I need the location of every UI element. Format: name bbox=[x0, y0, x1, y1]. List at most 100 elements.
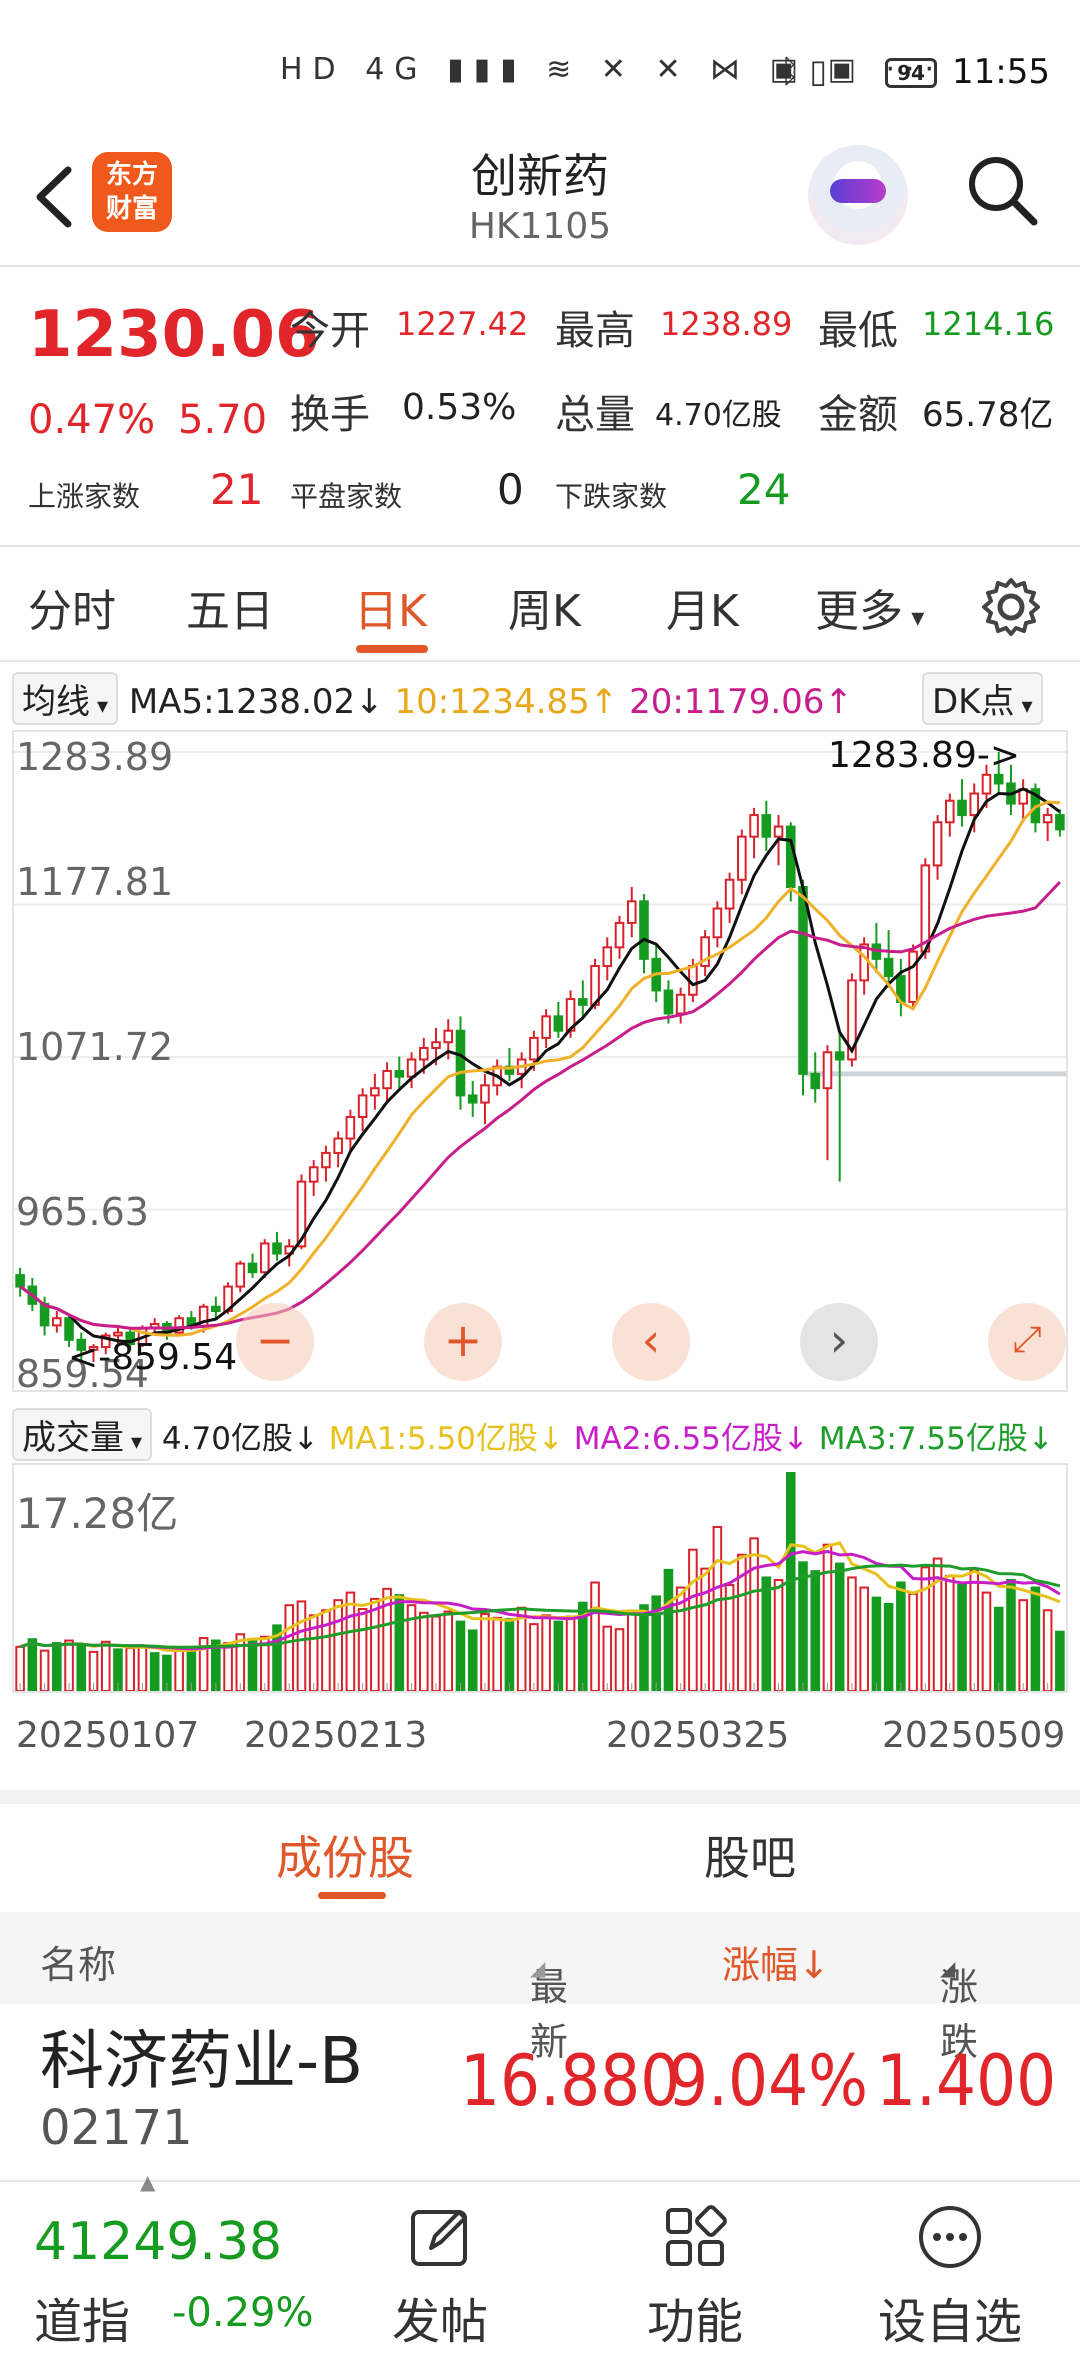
volume-bar-down bbox=[798, 1561, 808, 1691]
more-dots-icon bbox=[919, 2206, 981, 2268]
candle-up bbox=[1042, 814, 1053, 824]
volume-bar-down bbox=[639, 1604, 649, 1691]
stock-code: 02171 bbox=[40, 2100, 193, 2156]
ma-selector[interactable]: 均线 ▾ bbox=[12, 672, 119, 725]
candle-down bbox=[247, 1262, 258, 1274]
bluetooth-icon: ᛒ ▯ bbox=[780, 52, 827, 90]
clock: 11:55 bbox=[952, 52, 1050, 92]
volume-bar-up bbox=[223, 1642, 233, 1691]
candle-up bbox=[920, 864, 931, 953]
volume-selector[interactable]: 成交量 ▾ bbox=[12, 1408, 153, 1461]
flat-count: 0 bbox=[497, 465, 524, 514]
price-axis-label: 1071.72 bbox=[16, 1025, 174, 1069]
volume-bar-up bbox=[590, 1581, 600, 1691]
candle-down bbox=[211, 1305, 221, 1313]
volume-bar-down bbox=[27, 1638, 38, 1691]
candle-up bbox=[675, 993, 686, 1015]
candle-up bbox=[333, 1137, 343, 1154]
candle-down bbox=[639, 900, 649, 960]
volume-bar-up bbox=[296, 1600, 307, 1691]
candle-up bbox=[541, 1015, 551, 1039]
volume-bar-down bbox=[810, 1570, 821, 1691]
expand-icon[interactable]: ⤢ bbox=[988, 1303, 1066, 1381]
robot-avatar-icon[interactable] bbox=[808, 145, 908, 245]
volume-bar-up bbox=[773, 1578, 784, 1691]
volume-bar-up bbox=[541, 1614, 551, 1691]
candle-up bbox=[345, 1115, 356, 1140]
candle-down bbox=[467, 1094, 478, 1104]
change-amount: 5.70 bbox=[178, 397, 268, 443]
max-price-annotation: 1283.89-> bbox=[828, 735, 1021, 776]
volume-bar-up bbox=[614, 1628, 625, 1691]
volume-bar-up bbox=[100, 1640, 111, 1691]
search-icon[interactable] bbox=[962, 150, 1042, 230]
candle-up bbox=[529, 1036, 539, 1061]
volume-bar-up bbox=[822, 1543, 833, 1691]
open-label: 今开 bbox=[290, 308, 370, 354]
tab-intraday[interactable]: 分时 bbox=[28, 575, 116, 639]
dk-button-label: DK点 bbox=[932, 682, 1015, 722]
col-change-pct[interactable]: 涨幅↓ bbox=[722, 1934, 830, 1989]
ma10-value: 10:1234.85↑ bbox=[394, 682, 619, 722]
price-axis-label: 1177.81 bbox=[16, 860, 174, 904]
zoom-in-button[interactable]: + bbox=[424, 1303, 502, 1381]
turnover-value: 0.53% bbox=[402, 387, 517, 428]
nav-post[interactable]: 发帖 bbox=[355, 2202, 525, 2352]
tab-monthly-k[interactable]: 月K bbox=[666, 575, 739, 639]
volume-bar-up bbox=[847, 1576, 857, 1691]
tab-more[interactable]: 更多 ▾ bbox=[815, 575, 924, 639]
volume-bar-down bbox=[504, 1618, 515, 1691]
dk-button[interactable]: DK点 ▾ bbox=[922, 672, 1043, 725]
index-code: HK1105 bbox=[468, 206, 612, 247]
page-title: 创新药 bbox=[471, 149, 609, 203]
caret-down-icon: ▾ bbox=[124, 1430, 143, 1455]
volume-bar-down bbox=[883, 1602, 894, 1691]
volume-bar-up bbox=[333, 1599, 343, 1691]
tab-weekly-k[interactable]: 周K bbox=[508, 575, 581, 639]
status-icons: HD 4G ▮▮▮ ≋ ✕ ✕ ⋈ ▣ ▣ ··· bbox=[280, 52, 945, 87]
low-value: 1214.16 bbox=[922, 305, 1055, 343]
candle-up bbox=[235, 1262, 246, 1288]
battery-icon: 94 bbox=[885, 58, 937, 88]
candle-up bbox=[602, 946, 613, 968]
scroll-right-button[interactable]: › bbox=[800, 1303, 878, 1381]
volume-axis-max: 17.28亿 bbox=[16, 1489, 179, 1538]
vol-ma2: MA2:6.55亿股↓ bbox=[573, 1421, 809, 1457]
volume-bar-up bbox=[724, 1584, 735, 1691]
volume-selector-label: 成交量 bbox=[22, 1418, 124, 1458]
nav-add-watchlist[interactable]: 设自选 bbox=[865, 2202, 1035, 2352]
app-header: 东方 财富 创新药 HK1105 bbox=[0, 140, 1080, 265]
caret-down-icon: ▾ bbox=[90, 694, 109, 719]
volume-bar-down bbox=[761, 1576, 772, 1691]
active-tab-indicator bbox=[356, 645, 428, 653]
tab-forum[interactable]: 股吧 bbox=[704, 1822, 796, 1888]
volume-bar-up bbox=[492, 1616, 502, 1691]
candle-up bbox=[737, 835, 747, 881]
volume-bar-up bbox=[529, 1623, 539, 1691]
scroll-left-button[interactable]: ‹ bbox=[612, 1303, 690, 1381]
volume-legend: 成交量 ▾ 4.70亿股↓ MA1:5.50亿股↓ MA2:6.55亿股↓ MA… bbox=[12, 1408, 1054, 1461]
high-label: 最高 bbox=[555, 308, 635, 354]
nav-post-label: 发帖 bbox=[391, 2294, 488, 2350]
nav-functions[interactable]: 功能 bbox=[610, 2202, 780, 2352]
change-percent: 0.47% bbox=[28, 397, 156, 443]
tab-constituents[interactable]: 成份股 bbox=[276, 1822, 414, 1888]
index-ticker-value[interactable]: 41249.38 bbox=[34, 2212, 282, 2272]
caret-down-icon: ▾ bbox=[1014, 694, 1033, 719]
tab-five-day[interactable]: 五日 bbox=[186, 575, 274, 639]
candle-down bbox=[663, 989, 674, 1015]
index-ticker-name: 道指 bbox=[34, 2294, 131, 2350]
date-axis-label: 20250107 bbox=[16, 1715, 200, 1756]
zoom-out-button[interactable]: − bbox=[236, 1303, 314, 1381]
volume-bar-up bbox=[125, 1647, 136, 1691]
candle-up bbox=[480, 1084, 490, 1104]
tab-daily-k[interactable]: 日K bbox=[354, 575, 427, 639]
candle-down bbox=[761, 814, 772, 838]
candle-down bbox=[834, 1051, 845, 1061]
current-price: 1230.06 bbox=[28, 298, 320, 372]
candle-up bbox=[614, 921, 625, 949]
list-header: 名称 最新 ◢ 涨幅↓ 涨跌 ◢ bbox=[0, 1912, 1080, 2064]
caret-up-icon[interactable]: ▲ bbox=[140, 2170, 155, 2194]
gear-icon[interactable] bbox=[978, 574, 1044, 640]
volume-bar-up bbox=[418, 1611, 429, 1691]
